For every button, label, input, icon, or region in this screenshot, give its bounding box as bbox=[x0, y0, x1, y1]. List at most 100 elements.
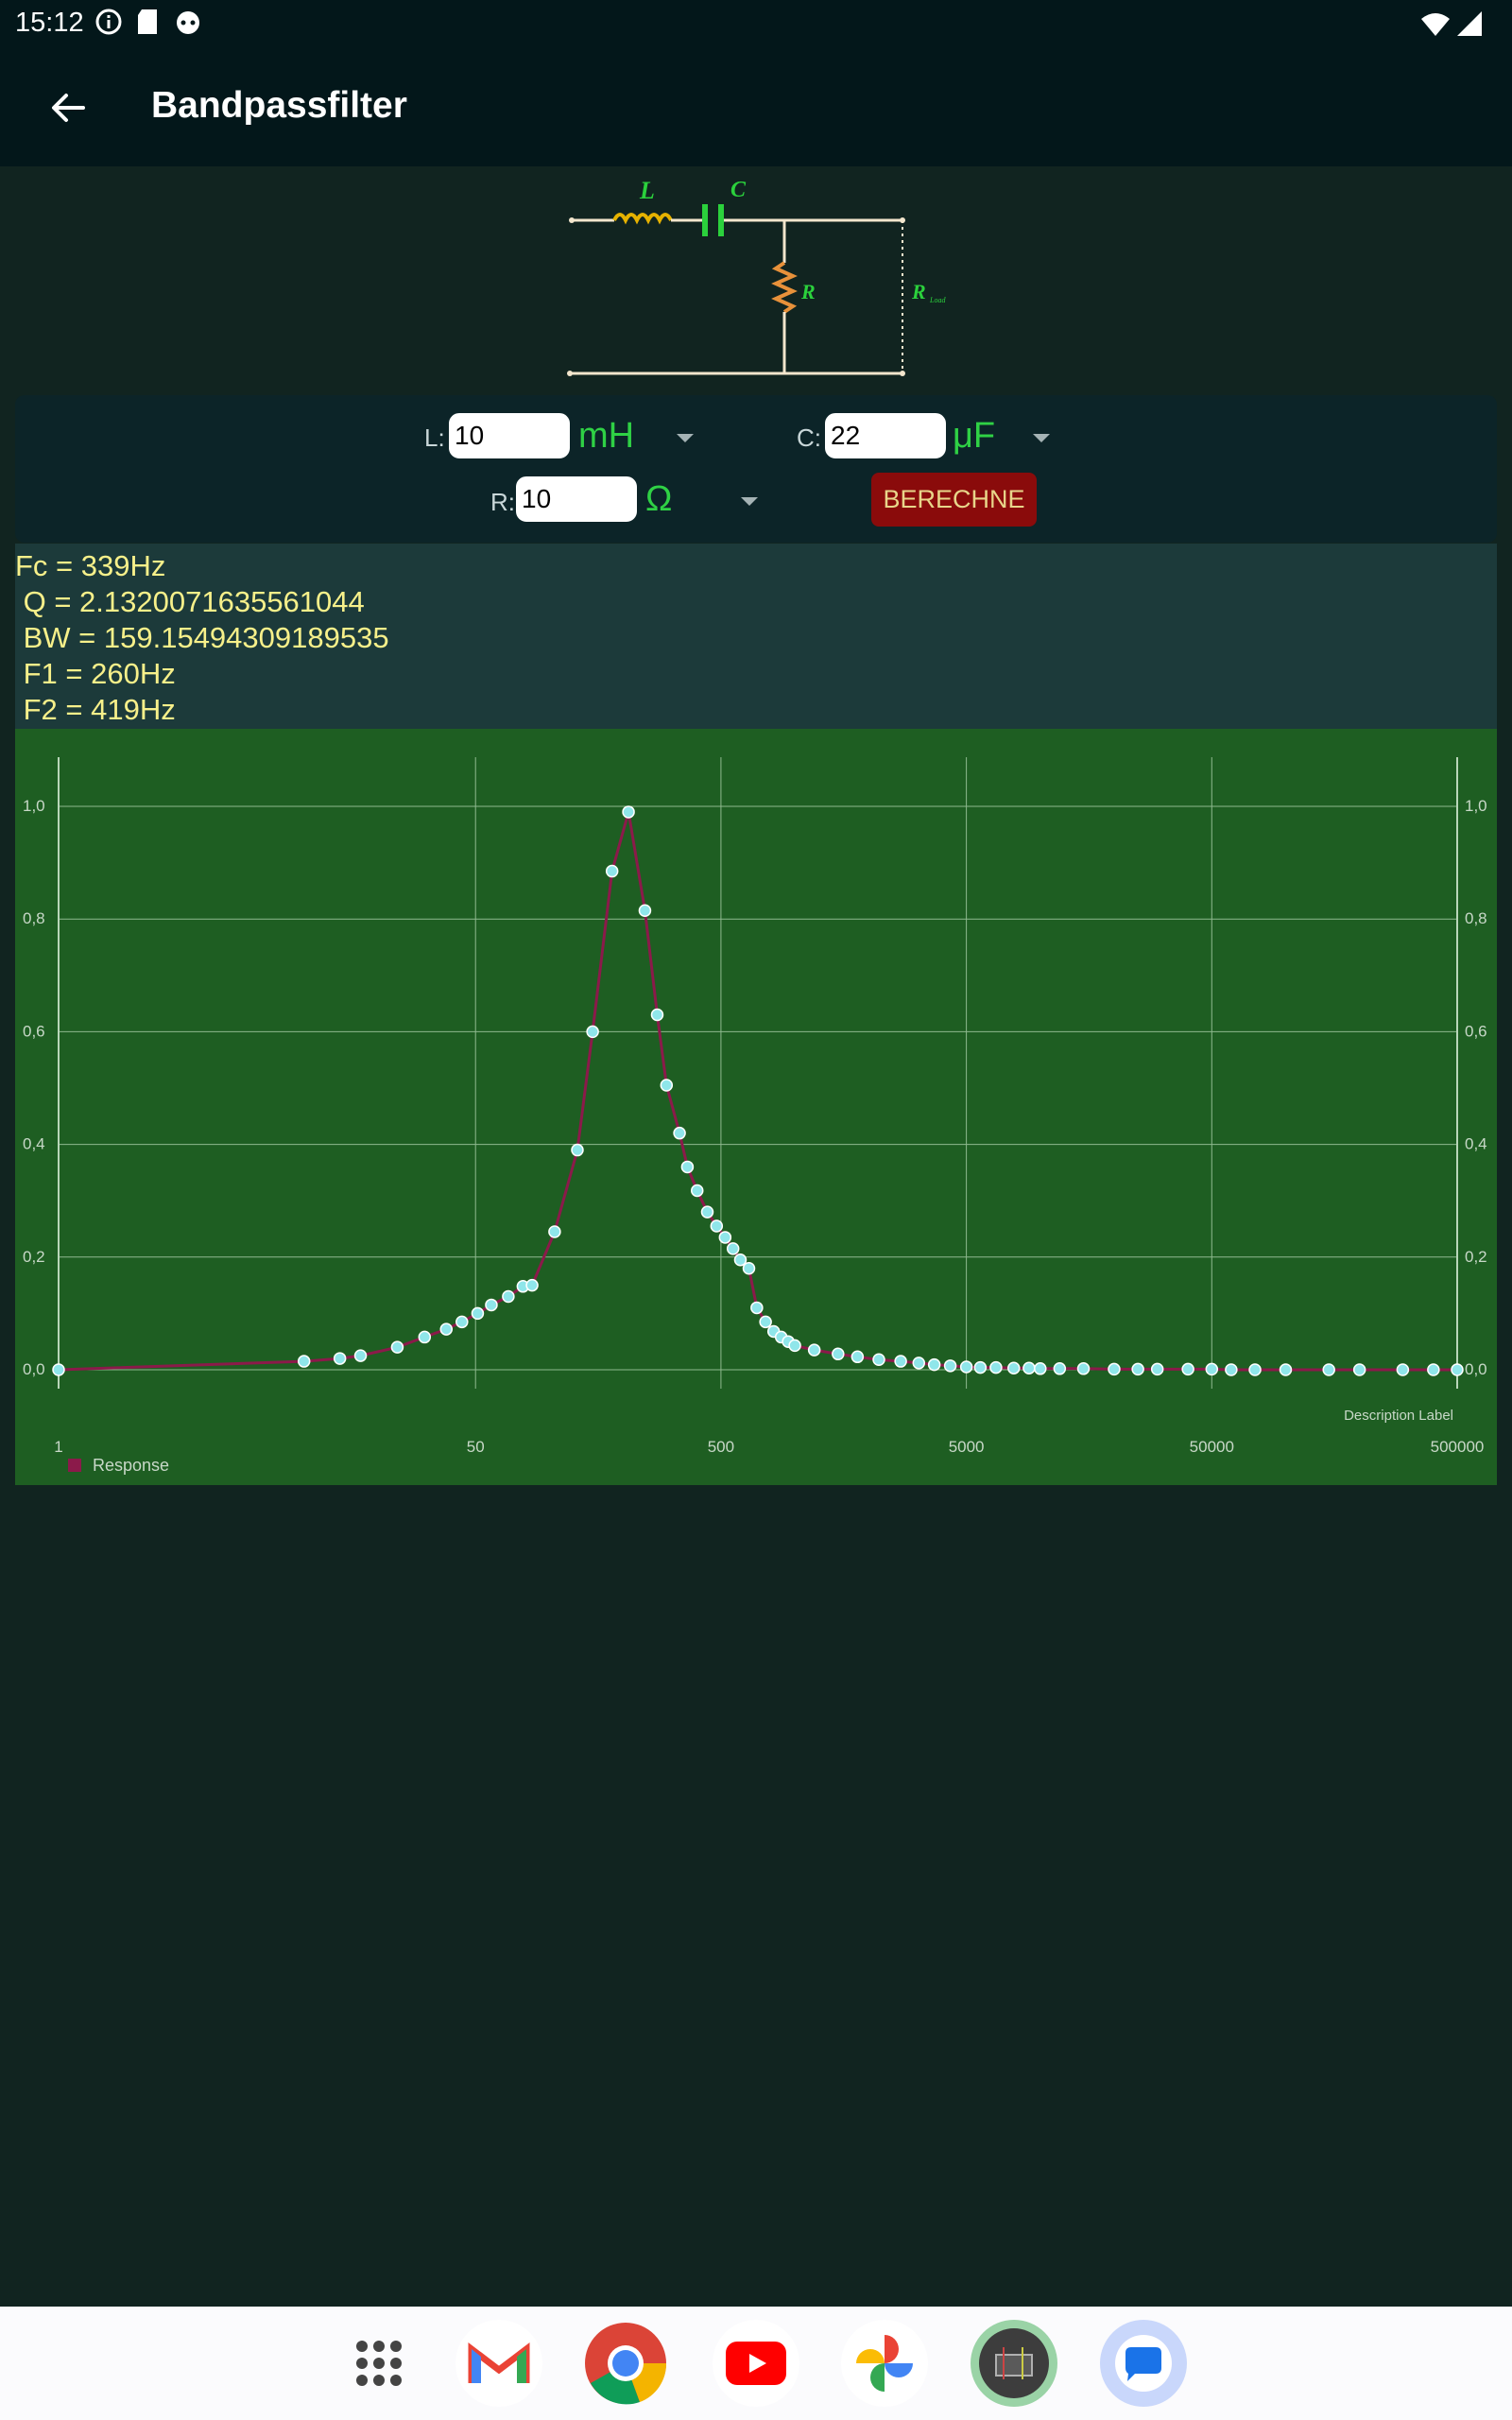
label-inductor: L bbox=[639, 177, 655, 204]
chart-description-label: Description Label bbox=[1344, 1408, 1453, 1424]
resistance-input[interactable] bbox=[513, 474, 640, 525]
data-point bbox=[485, 1298, 498, 1312]
app-dock bbox=[0, 2307, 1512, 2420]
data-point bbox=[622, 805, 635, 819]
data-point bbox=[1352, 1363, 1366, 1376]
data-point bbox=[718, 1231, 732, 1244]
sd-card-icon bbox=[138, 9, 157, 34]
chart-svg: 0,0 0,0 0,2 0,2 0,4 0,4 0,6 0,6 0,8 0,8 1,0 1,0 1 50 5… bbox=[23, 757, 1487, 1475]
data-point bbox=[807, 1343, 821, 1357]
status-time: 15:12 bbox=[15, 8, 84, 38]
y-tick-label-left: 0,8 bbox=[23, 909, 45, 927]
capacitance-label: C: bbox=[797, 424, 821, 452]
data-point bbox=[1131, 1362, 1144, 1376]
robot-icon bbox=[177, 11, 199, 34]
capacitance-unit: μF bbox=[953, 416, 996, 456]
y-tick-label-right: 0,4 bbox=[1465, 1135, 1487, 1153]
data-point bbox=[390, 1340, 404, 1354]
response-chart[interactable]: 0,0 0,0 0,2 0,2 0,4 0,4 0,6 0,6 0,8 0,8 1,0 1,0 1 50 5… bbox=[15, 729, 1497, 1485]
y-tick-label-left: 0,6 bbox=[23, 1022, 45, 1040]
status-right-icons bbox=[1419, 9, 1484, 38]
status-bar: 15:12 bbox=[0, 0, 1512, 47]
data-point bbox=[571, 1143, 584, 1157]
data-point bbox=[1427, 1363, 1440, 1376]
data-point bbox=[1007, 1361, 1021, 1374]
inductance-unit-dropdown[interactable] bbox=[677, 434, 694, 442]
calculate-button[interactable]: BERECHNE bbox=[871, 473, 1037, 527]
data-point bbox=[1322, 1363, 1335, 1376]
inductance-label: L: bbox=[424, 424, 445, 452]
data-point bbox=[943, 1359, 957, 1373]
chrome-icon[interactable] bbox=[582, 2320, 669, 2407]
electronics-app-icon[interactable] bbox=[971, 2320, 1057, 2407]
resistance-label: R: bbox=[490, 488, 515, 516]
capacitance-unit-dropdown[interactable] bbox=[1033, 434, 1050, 442]
back-button[interactable] bbox=[42, 81, 94, 134]
data-point bbox=[1022, 1361, 1036, 1374]
legend-label: Response bbox=[93, 1456, 169, 1475]
arrow-left-icon bbox=[52, 94, 85, 122]
series-line-response bbox=[58, 811, 1457, 1372]
page-title: Bandpassfilter bbox=[151, 85, 407, 126]
data-point bbox=[1248, 1363, 1262, 1376]
y-tick-label-right: 1,0 bbox=[1465, 797, 1487, 815]
data-point bbox=[973, 1360, 988, 1374]
data-point bbox=[525, 1278, 539, 1292]
y-tick-label-right: 0,2 bbox=[1465, 1248, 1487, 1266]
app-drawer-icon[interactable] bbox=[335, 2320, 422, 2407]
result-bandwidth: BW = 159.15494309189535 bbox=[15, 621, 389, 654]
inputs-panel bbox=[15, 395, 1497, 543]
y-tick-label-right: 0,0 bbox=[1465, 1360, 1487, 1378]
data-point bbox=[726, 1242, 740, 1255]
status-icons bbox=[94, 8, 202, 36]
youtube-icon[interactable] bbox=[713, 2320, 799, 2407]
data-point bbox=[660, 1079, 674, 1092]
resistance-unit: Ω bbox=[645, 479, 673, 519]
data-point bbox=[710, 1219, 724, 1233]
data-point bbox=[353, 1349, 368, 1362]
x-tick-label: 1 bbox=[54, 1438, 62, 1456]
data-point bbox=[471, 1306, 485, 1321]
y-tick-label-left: 0,0 bbox=[23, 1360, 45, 1378]
inductance-input[interactable] bbox=[446, 410, 573, 461]
data-point bbox=[1205, 1362, 1219, 1376]
x-tick-label: 50 bbox=[467, 1438, 485, 1456]
gmail-icon[interactable] bbox=[455, 2320, 542, 2407]
signal-icon bbox=[1457, 11, 1482, 36]
label-load-subscript: Load bbox=[929, 296, 946, 304]
data-point bbox=[832, 1347, 845, 1361]
capacitance-input[interactable] bbox=[822, 410, 949, 461]
x-tick-label: 50000 bbox=[1190, 1438, 1234, 1456]
legend-swatch bbox=[68, 1459, 81, 1472]
data-point bbox=[750, 1301, 764, 1315]
data-point bbox=[1396, 1363, 1410, 1376]
app-bar: Bandpassfilter bbox=[0, 47, 1512, 166]
result-upper-frequency: F2 = 419Hz bbox=[15, 693, 176, 726]
resistor-symbol bbox=[771, 261, 798, 314]
data-point bbox=[759, 1315, 772, 1329]
label-resistor: R bbox=[800, 280, 816, 303]
data-point bbox=[1108, 1362, 1121, 1376]
capacitor-symbol bbox=[702, 204, 724, 236]
y-tick-label-left: 0,4 bbox=[23, 1135, 45, 1153]
data-point bbox=[850, 1350, 865, 1364]
data-point bbox=[733, 1253, 747, 1267]
label-load-resistor: R bbox=[911, 280, 926, 303]
resistance-unit-dropdown[interactable] bbox=[741, 497, 758, 506]
label-capacitor: C bbox=[730, 178, 747, 202]
y-tick-label-right: 0,6 bbox=[1465, 1022, 1487, 1040]
result-quality-factor: Q = 2.1320071635561044 bbox=[15, 585, 365, 618]
data-point bbox=[586, 1025, 599, 1039]
wifi-icon bbox=[1421, 13, 1450, 36]
y-tick-label-left: 0,2 bbox=[23, 1248, 45, 1266]
data-point bbox=[788, 1339, 801, 1353]
result-center-frequency: Fc = 339Hz bbox=[15, 549, 166, 582]
data-point bbox=[605, 864, 619, 878]
data-point bbox=[989, 1360, 1003, 1374]
circuit-diagram: L C R R Load bbox=[567, 177, 946, 376]
messages-icon[interactable] bbox=[1100, 2320, 1187, 2407]
data-point bbox=[673, 1126, 686, 1140]
data-point bbox=[1076, 1362, 1091, 1375]
photos-icon[interactable] bbox=[841, 2320, 928, 2407]
data-point bbox=[1279, 1363, 1293, 1376]
